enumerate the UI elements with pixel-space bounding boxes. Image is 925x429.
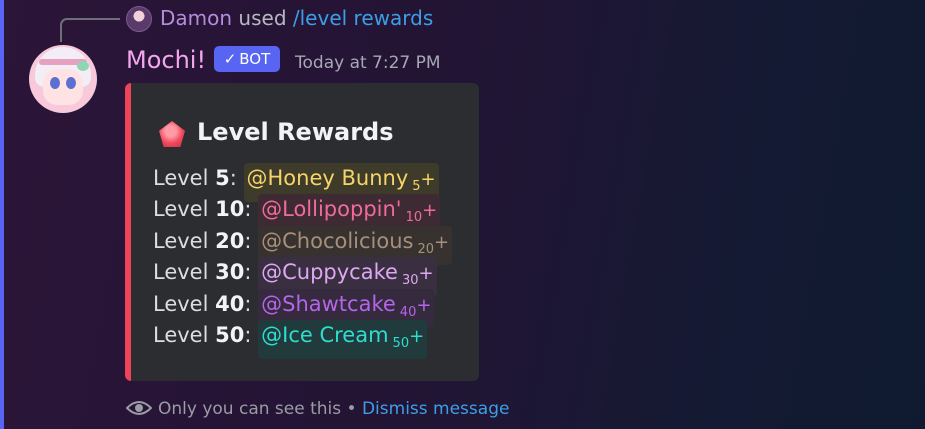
- role-level-sub: 50: [392, 335, 410, 351]
- bot-badge: ✓ BOT: [214, 46, 280, 72]
- level-word: Level: [153, 197, 209, 222]
- reply-avatar[interactable]: [126, 6, 152, 32]
- embed-card: Level Rewards Level 5: @Honey Bunny 5+ Lev…: [125, 83, 479, 381]
- highlight-bar: [0, 0, 4, 429]
- reward-row: Level 30: @Cuppycake 30+: [153, 257, 452, 297]
- role-level-sub: 10: [405, 210, 423, 226]
- reward-row: Level 5: @Honey Bunny 5+: [153, 163, 452, 202]
- role-level-sub: 20: [417, 241, 435, 257]
- level-word: Level: [153, 322, 209, 347]
- rewards-list: Level 5: @Honey Bunny 5+ Level 10: @Lollip…: [153, 163, 453, 359]
- level-number: 5: [215, 166, 230, 190]
- level-number: 20: [215, 228, 245, 253]
- level-word: Level: [153, 260, 209, 285]
- role-name: @Shawtcake: [261, 291, 396, 316]
- role-plus: +: [416, 294, 432, 316]
- level-number: 50: [215, 322, 245, 347]
- message-timestamp[interactable]: Today at 7:27 PM: [295, 52, 441, 74]
- level-word: Level: [153, 291, 209, 316]
- ephemeral-text: Only you can see this: [158, 399, 342, 419]
- reward-row: Level 40: @Shawtcake 40+: [153, 288, 452, 328]
- role-name: @Lollipoppin': [261, 197, 402, 222]
- reply-connector: [60, 18, 120, 42]
- level-number: 40: [215, 291, 245, 316]
- author-username[interactable]: Mochi!: [126, 45, 206, 75]
- dismiss-message-link[interactable]: Dismiss message: [362, 399, 509, 419]
- role-name: @Ice Cream: [261, 322, 389, 347]
- role-mention[interactable]: @Ice Cream 50+: [258, 319, 428, 359]
- role-name: @Cuppycake: [261, 260, 398, 285]
- reward-row: Level 10: @Lollipoppin' 10+: [153, 194, 452, 234]
- bot-label: BOT: [239, 50, 271, 68]
- role-plus: +: [409, 325, 425, 347]
- role-name: @Honey Bunny: [246, 166, 409, 190]
- reply-used-text: used: [238, 6, 287, 30]
- reward-row: Level 50: @Ice Cream 50+: [153, 319, 452, 359]
- checkmark-icon: ✓: [223, 50, 237, 68]
- reply-context: Damon used /level rewards: [160, 5, 433, 31]
- level-number: 10: [215, 197, 245, 222]
- role-name: @Chocolicious: [261, 228, 414, 253]
- role-level-sub: 30: [401, 273, 419, 289]
- avatar[interactable]: [29, 45, 97, 113]
- role-plus: +: [420, 169, 436, 190]
- level-word: Level: [153, 228, 209, 253]
- role-plus: +: [434, 231, 450, 253]
- embed-title: Level Rewards: [197, 118, 394, 146]
- role-plus: +: [422, 200, 438, 222]
- reply-username[interactable]: Damon: [160, 6, 232, 30]
- level-word: Level: [153, 166, 209, 190]
- reply-command[interactable]: /level rewards: [293, 6, 433, 30]
- ephemeral-note: Only you can see this • Dismiss message: [126, 398, 509, 420]
- role-level-sub: 5: [412, 179, 421, 194]
- eye-icon: [126, 401, 152, 415]
- pink-gem-icon: [159, 121, 185, 147]
- reward-row: Level 20: @Chocolicious 20+: [153, 225, 453, 265]
- separator: •: [346, 399, 357, 419]
- role-plus: +: [418, 263, 434, 285]
- role-level-sub: 40: [399, 304, 417, 320]
- level-number: 30: [215, 260, 245, 285]
